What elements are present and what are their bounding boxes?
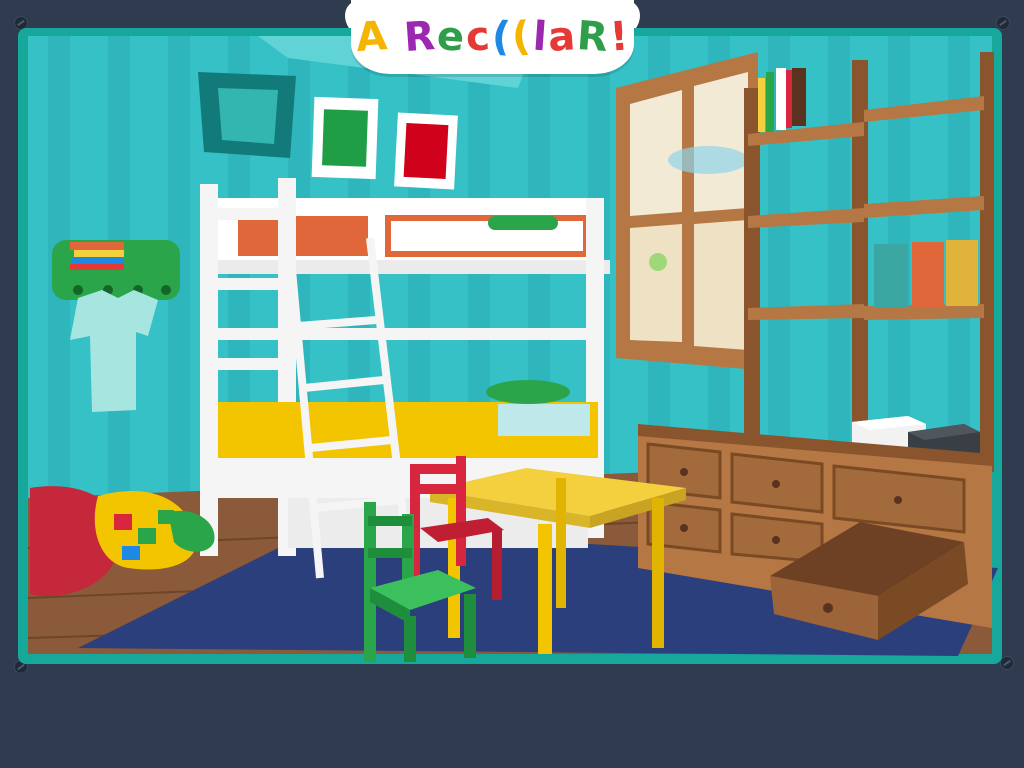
coat-rack[interactable] <box>52 240 180 300</box>
title-letter: ( <box>510 13 534 61</box>
title-letter: e <box>435 13 467 61</box>
wall-cube-shelf[interactable] <box>198 72 296 158</box>
title-letter: R <box>575 12 611 62</box>
title-letter: A <box>353 12 390 62</box>
game-title: A Re c((l a R! <box>353 12 632 62</box>
title-letter: c <box>464 13 493 61</box>
screw-icon <box>1000 656 1014 670</box>
title-letter: ( <box>490 13 513 61</box>
bottom-bar <box>0 672 1024 768</box>
game-title-badge: A Re c((l a R! <box>345 0 640 74</box>
title-letter: R <box>402 12 438 62</box>
game-scene[interactable] <box>18 28 1002 664</box>
title-letter: a <box>546 13 578 61</box>
title-letter <box>389 17 404 57</box>
bedroom-scene <box>18 28 1002 664</box>
poster-green[interactable] <box>311 96 379 180</box>
title-letter: ! <box>608 13 632 61</box>
poster-red[interactable] <box>394 112 458 190</box>
window[interactable] <box>616 52 758 370</box>
